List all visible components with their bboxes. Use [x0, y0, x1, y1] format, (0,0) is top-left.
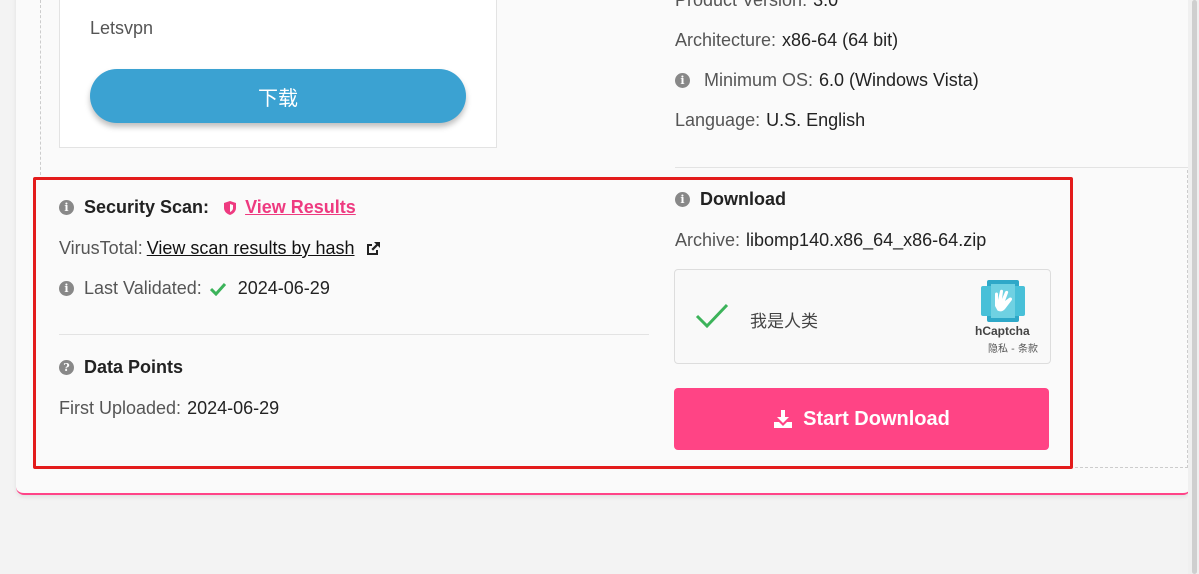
ad-title: Letsvpn	[90, 18, 154, 38]
product-version-value: 3.0	[813, 0, 839, 10]
architecture-row: Architecture: x86-64 (64 bit)	[675, 30, 898, 51]
language-row: Language: U.S. English	[675, 110, 865, 131]
ad-box: Letsvpn 下载	[59, 0, 497, 148]
architecture-label: Architecture:	[675, 30, 777, 50]
scrollbar-thumb[interactable]	[1192, 0, 1197, 574]
divider	[675, 167, 1190, 168]
minimum-os-row: i Minimum OS: 6.0 (Windows Vista)	[675, 70, 979, 91]
product-version-label: Product Version:	[675, 0, 808, 10]
architecture-value: x86-64 (64 bit)	[782, 30, 899, 50]
product-version-row: Product Version: 3.0	[675, 0, 838, 11]
minimum-os-label: Minimum OS:	[704, 70, 814, 90]
ad-download-button[interactable]: 下载	[90, 69, 466, 123]
dashed-divider-left	[40, 0, 41, 180]
dashed-divider-bottom	[1070, 467, 1188, 468]
info-icon: i	[675, 73, 690, 88]
minimum-os-value: 6.0 (Windows Vista)	[819, 70, 979, 90]
highlight-frame	[33, 177, 1073, 469]
language-value: U.S. English	[766, 110, 866, 130]
language-label: Language:	[675, 110, 761, 130]
